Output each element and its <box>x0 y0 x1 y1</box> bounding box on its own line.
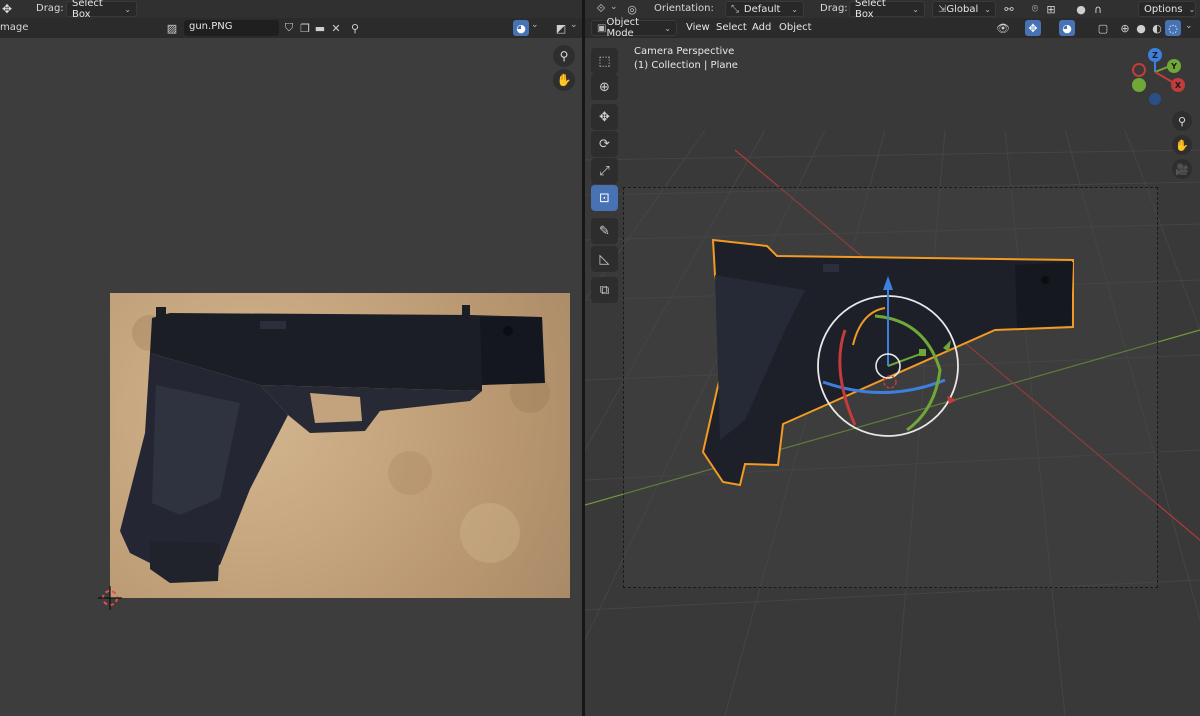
gun-photo-illustration <box>120 305 550 583</box>
display-channels-chevron-icon[interactable]: ⌄ <box>570 20 578 30</box>
fake-user-shield-icon[interactable]: ⛉ <box>281 20 297 36</box>
image-editor-tool-header: ✥ Drag: Select Box ⌄ <box>0 0 582 20</box>
image-name-field[interactable]: gun.PNG <box>184 20 279 36</box>
zoom-icon[interactable]: ⚲ <box>553 45 575 67</box>
overlay-dropdown-chevron-icon[interactable]: ⌄ <box>531 20 539 30</box>
gun-reference-image <box>110 293 570 598</box>
image-name-text: gun.PNG <box>189 21 233 32</box>
2d-cursor-icon[interactable] <box>98 586 122 610</box>
3d-viewport-area: ⟐ ⌄ ◎ Orientation: ⤡ Default ⌄ Drag: Sele… <box>585 0 1200 716</box>
drag-label: Drag: <box>36 3 64 14</box>
image-editor-area: ✥ Drag: Select Box ⌄ mage ▨ gun.PNG ⛉ ❐ ▬… <box>0 0 582 716</box>
move-tool-icon[interactable]: ✥ <box>2 2 12 16</box>
display-channels-icon[interactable]: ◩ <box>553 20 569 36</box>
overlay-toggle-icon[interactable]: ◕ <box>513 20 529 36</box>
open-image-folder-icon[interactable]: ▬ <box>312 20 328 36</box>
drag-select-dropdown[interactable]: Select Box ⌄ <box>66 0 137 20</box>
selected-plane-object[interactable] <box>585 0 1200 716</box>
unlink-image-close-icon[interactable]: ✕ <box>328 20 344 36</box>
image-editor-header: mage ▨ gun.PNG ⛉ ❐ ▬ ✕ ⚲ ◕ ⌄ ◩ ⌄ <box>0 18 582 38</box>
drag-select-value: Select Box <box>72 0 103 20</box>
editor-type-label: mage <box>0 22 29 33</box>
image-browse-icon[interactable]: ▨ <box>164 20 180 36</box>
pin-icon[interactable]: ⚲ <box>347 20 363 36</box>
hand-icon[interactable]: ✋ <box>553 69 575 91</box>
duplicate-image-icon[interactable]: ❐ <box>297 20 313 36</box>
